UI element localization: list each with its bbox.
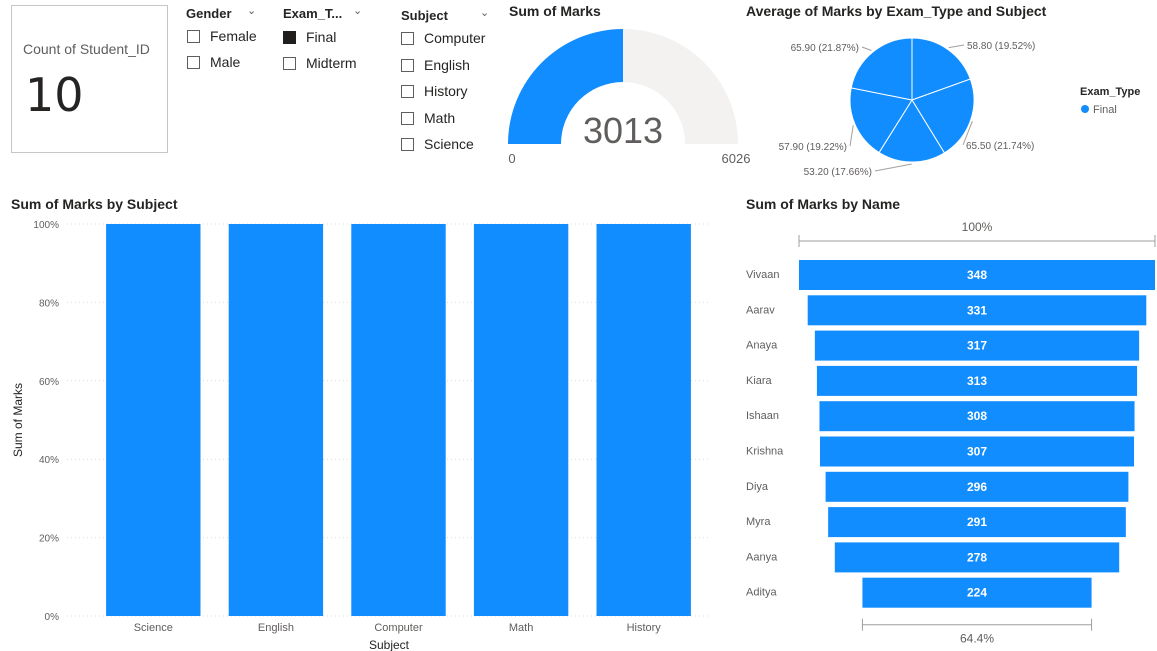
pie-leader-line [948,44,965,49]
gauge-chart[interactable]: 30130 6026 [500,20,750,170]
legend-dot-icon [1081,105,1089,113]
funnel-category-label: Ishaan [746,410,779,422]
bar [351,224,446,616]
midterm-checkbox[interactable] [283,56,296,70]
y-axis-title: Sum of Marks [11,383,25,457]
pie-leader-line [849,125,854,147]
funnel-category-label: Aditya [746,587,777,599]
funnel-value-label: 296 [967,480,987,494]
funnel-chart[interactable]: 100% 348 Vivaan 331 Aarav 317 Anaya 313 Kiara 308… [740,210,1157,651]
y-tick-label: 60% [39,377,59,388]
funnel-bottom-label: 64.4% [960,632,994,646]
bar-chart[interactable]: 0% 20% 40% 60% 80% 100% Science English Computer… [0,210,725,651]
final-checkbox[interactable] [283,30,296,44]
pie-data-label: 57.90 (19.22%) [779,142,847,153]
subject-option-computer[interactable]: Computer [401,30,485,46]
pie-legend-title: Exam_Type [1080,86,1140,98]
x-tick-label: Math [509,622,533,634]
card-value: 10 [25,68,84,122]
gender-option-female[interactable]: Female [187,28,257,44]
funnel-value-label: 348 [967,268,987,282]
subject-slicer-title: Subject [401,8,448,23]
option-label: Final [306,29,337,45]
funnel-category-label: Anaya [746,340,778,352]
subject-option-science[interactable]: Science [401,136,474,152]
funnel-value-label: 291 [967,515,987,529]
pie-title: Average of Marks by Exam_Type and Subjec… [746,3,1047,19]
subject-chevron-down-icon[interactable]: ⌄ [480,6,489,19]
gender-chevron-down-icon[interactable]: ⌄ [247,4,256,17]
funnel-value-label: 278 [967,550,987,564]
x-tick-label: English [258,622,294,634]
pie-data-label: 65.50 (21.74%) [966,141,1034,152]
bar [106,224,201,616]
subject-option-history[interactable]: History [401,83,468,99]
exam-type-slicer-title: Exam_T... [283,6,343,21]
science-checkbox[interactable] [401,137,414,151]
funnel-category-label: Vivaan [746,269,779,281]
option-label: Female [210,28,257,44]
option-label: Computer [424,30,486,46]
exam-option-midterm[interactable]: Midterm [283,55,357,71]
exam-option-final[interactable]: Final [283,29,336,45]
math-checkbox[interactable] [401,111,414,125]
funnel-value-label: 307 [967,445,987,459]
funnel-category-label: Diya [746,481,769,493]
exam-type-chevron-down-icon[interactable]: ⌄ [353,4,362,17]
funnel-category-label: Myra [746,516,771,528]
subject-option-math[interactable]: Math [401,110,455,126]
x-tick-label: Computer [374,622,423,634]
funnel-value-label: 331 [967,303,987,317]
gender-option-male[interactable]: Male [187,54,240,70]
funnel-value-label: 317 [967,339,987,353]
pie-data-label: 53.20 (17.66%) [804,167,872,178]
gender-slicer-title: Gender [186,6,232,21]
gauge-value-label: 3013 [583,110,663,151]
gauge-title: Sum of Marks [509,3,601,19]
pie-leader-line [874,163,912,172]
funnel-top-label: 100% [962,220,993,234]
english-checkbox[interactable] [401,58,414,72]
option-label: Math [424,110,456,126]
y-tick-label: 80% [39,298,59,309]
funnel-category-label: Krishna [746,446,784,458]
history-checkbox[interactable] [401,84,414,98]
y-tick-label: 20% [39,534,59,545]
computer-checkbox[interactable] [401,31,414,45]
pie-data-label: 58.80 (19.52%) [967,41,1035,52]
pie-data-label: 65.90 (21.87%) [791,43,859,54]
bar [473,224,569,616]
option-label: History [424,83,468,99]
option-label: Science [424,136,474,152]
x-axis-title: Subject [369,638,410,651]
pie-chart[interactable]: 58.80 (19.52%) 65.50 (21.74%) 53.20 (17.66… [745,20,1157,190]
option-label: Midterm [306,55,357,71]
gauge-min-label: 0 [508,151,515,166]
subject-option-english[interactable]: English [401,57,470,73]
funnel-category-label: Aanya [746,551,778,563]
option-label: Male [210,54,241,70]
y-tick-label: 40% [39,455,59,466]
funnel-value-label: 308 [967,409,987,423]
card-label: Count of Student_ID [23,41,150,57]
funnel-category-label: Kiara [746,375,773,387]
bar [228,224,324,616]
female-checkbox[interactable] [187,29,200,43]
x-tick-label: Science [134,622,173,634]
pie-leader-line [861,46,872,51]
male-checkbox[interactable] [187,55,200,69]
option-label: English [424,57,470,73]
funnel-value-label: 224 [967,586,987,600]
y-tick-label: 100% [33,220,59,231]
funnel-category-label: Aarav [746,304,775,316]
pie-legend-item: Final [1093,104,1117,116]
bar [596,224,691,616]
x-tick-label: History [627,622,662,634]
funnel-value-label: 313 [967,374,987,388]
y-tick-label: 0% [45,612,60,623]
